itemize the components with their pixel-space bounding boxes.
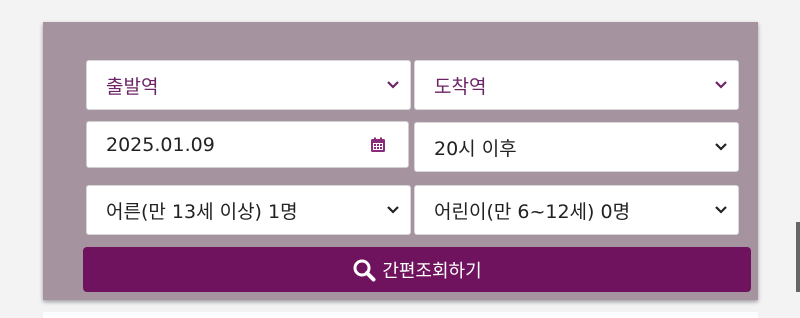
chevron-down-icon [386,78,400,92]
departure-time-value: 20시 이후 [434,137,517,160]
child-passengers-select[interactable]: 어린이(만 6~12세) 0명 [414,185,739,235]
quick-search-label: 간편조회하기 [382,260,482,282]
arrival-station-value: 도착역 [434,75,487,98]
child-passengers-value: 어린이(만 6~12세) 0명 [434,200,631,223]
chevron-down-icon [714,78,728,92]
calendar-icon[interactable] [368,135,388,155]
date-input[interactable]: 2025.01.09 [86,121,409,168]
chevron-down-icon [714,140,728,154]
chevron-down-icon [386,203,400,217]
adult-passengers-value: 어른(만 13세 이상) 1명 [106,200,298,223]
search-panel: 출발역 도착역 2025.01.09 20시 이후 어른(만 13세 이상) 1… [43,22,758,300]
departure-station-select[interactable]: 출발역 [86,60,411,110]
chevron-down-icon [714,203,728,217]
search-icon [352,258,376,282]
scrollbar-edge[interactable] [796,222,800,292]
adult-passengers-select[interactable]: 어른(만 13세 이상) 1명 [86,185,411,235]
departure-station-value: 출발역 [106,75,159,98]
quick-search-button[interactable]: 간편조회하기 [83,247,751,292]
arrival-station-select[interactable]: 도착역 [414,60,739,110]
departure-time-select[interactable]: 20시 이후 [414,122,739,172]
content-strip [43,312,758,318]
date-value: 2025.01.09 [106,133,215,156]
